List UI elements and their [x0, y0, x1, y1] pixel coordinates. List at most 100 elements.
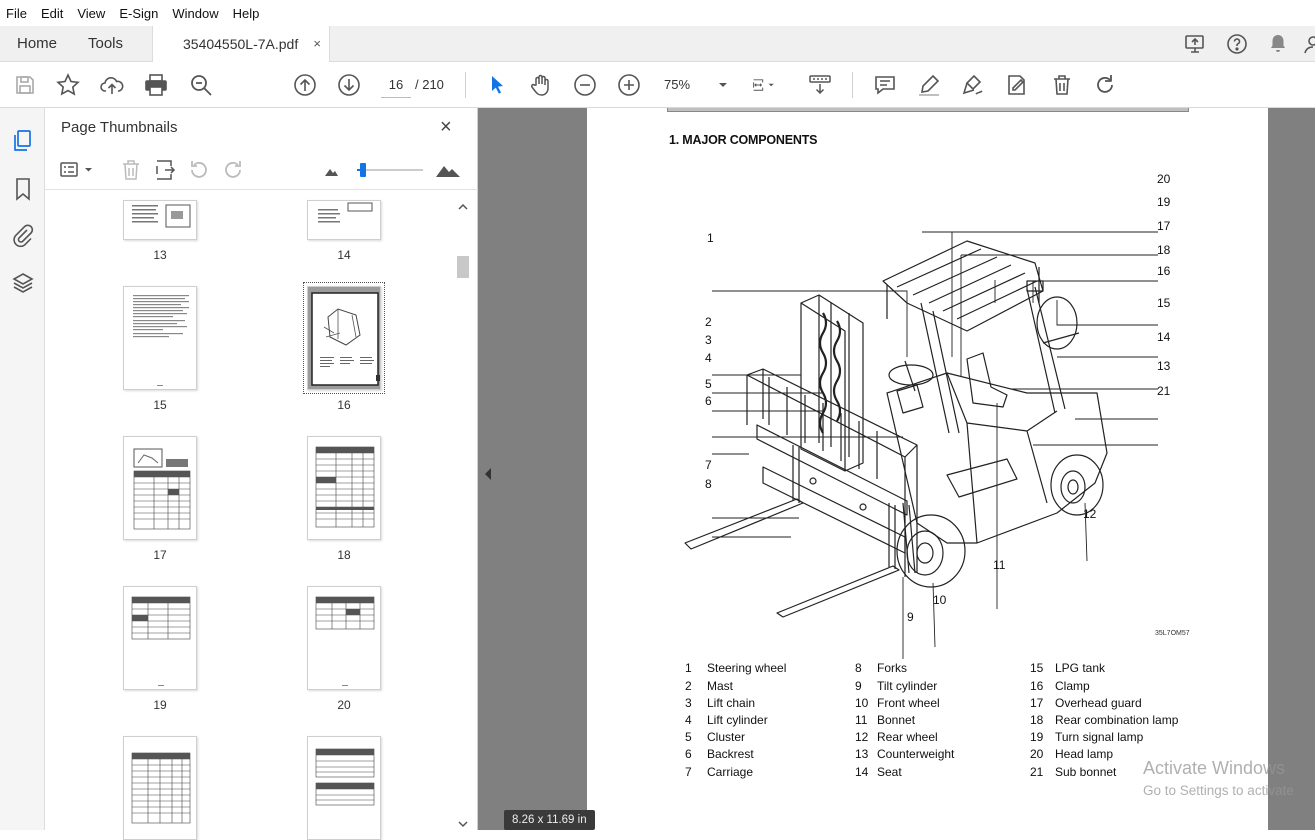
thumbnail-page-15[interactable] — [123, 286, 197, 390]
menu-view[interactable]: View — [77, 4, 105, 23]
thumbnail-page-17[interactable] — [123, 436, 197, 540]
help-icon[interactable] — [1225, 32, 1249, 56]
legend-item: 8 Forks — [855, 661, 907, 675]
thumbnail-size-slider[interactable] — [357, 158, 427, 182]
menu-edit[interactable]: Edit — [41, 4, 63, 23]
select-pointer-icon[interactable] — [484, 72, 510, 98]
sign-pen-icon[interactable] — [960, 72, 986, 98]
rotate-redo-icon[interactable] — [1092, 72, 1118, 98]
callout-7: 7 — [705, 458, 712, 472]
user-avatar-icon[interactable] — [1303, 32, 1315, 56]
callout-12: 12 — [1083, 507, 1097, 521]
layers-icon[interactable] — [10, 270, 36, 296]
zoom-out-icon[interactable] — [572, 72, 598, 98]
previous-page-icon[interactable] — [292, 72, 318, 98]
legend-item: 15 LPG tank — [1030, 661, 1106, 675]
callout-5: 5 — [705, 377, 712, 391]
menu-help[interactable]: Help — [233, 4, 260, 23]
callout-8: 8 — [705, 477, 712, 491]
thumbnail-label: 16 — [337, 398, 351, 412]
thumbnail-label: 18 — [337, 548, 351, 562]
menu-file[interactable]: File — [6, 4, 27, 23]
callout-6: 6 — [705, 394, 712, 408]
thumbnail-label: 15 — [153, 398, 167, 412]
scroll-mode-icon[interactable] — [807, 72, 833, 98]
thumbnail-page-18[interactable] — [307, 436, 381, 540]
thumbnail-options-menu-icon[interactable] — [59, 158, 97, 182]
legend-item: 9 Tilt cylinder — [855, 679, 938, 693]
callout-11: 11 — [993, 558, 1006, 572]
bookmarks-icon[interactable] — [10, 176, 36, 202]
legend-item: 3 Lift chain — [685, 696, 756, 710]
legend-item: 2 Mast — [685, 679, 734, 693]
notification-bell-icon[interactable] — [1266, 32, 1290, 56]
next-page-icon[interactable] — [336, 72, 362, 98]
legend-item: 14 Seat — [855, 765, 902, 779]
comment-icon[interactable] — [872, 72, 898, 98]
page-thumbnails-panel: Page Thumbnails × 13 14 15 16 17 18 19 2… — [45, 108, 478, 840]
edit-document-icon[interactable] — [1004, 72, 1030, 98]
callout-16: 16 — [1157, 264, 1171, 278]
callout-19: 19 — [1157, 195, 1171, 209]
callout-10: 10 — [933, 593, 947, 607]
thumbnail-delete-icon[interactable] — [119, 158, 143, 182]
tab-tools[interactable]: Tools — [88, 26, 123, 62]
legend-item: 7 Carriage — [685, 765, 754, 779]
legend-item: 5 Cluster — [685, 730, 746, 744]
page-fit-icon[interactable] — [751, 72, 791, 98]
thumbnail-label: 14 — [337, 248, 351, 262]
rotate-clockwise-icon[interactable] — [221, 158, 245, 182]
figure-code: 35L7OM57 — [1155, 630, 1190, 637]
thumbnail-page-21[interactable] — [123, 736, 197, 840]
save-icon[interactable] — [12, 72, 38, 98]
page-thumbnails-icon[interactable] — [10, 128, 36, 154]
highlight-pen-icon[interactable] — [916, 72, 942, 98]
callout-4: 4 — [705, 351, 712, 365]
thumbnail-insert-icon[interactable] — [153, 158, 177, 182]
share-screen-icon[interactable] — [1183, 32, 1207, 56]
page-total-label: / 210 — [415, 77, 444, 92]
tab-document[interactable]: 35404550L-7A.pdf × — [152, 26, 330, 63]
thumbnail-label: 17 — [153, 548, 167, 562]
thumbnail-small-mountain-icon[interactable] — [323, 158, 339, 182]
callout-14: 14 — [1157, 330, 1171, 344]
delete-trash-icon[interactable] — [1049, 72, 1075, 98]
bookmark-star-icon[interactable] — [55, 72, 81, 98]
thumbnail-page-19[interactable] — [123, 586, 197, 690]
callout-9: 9 — [907, 610, 914, 624]
print-icon[interactable] — [143, 72, 169, 98]
legend-item: 10 Front wheel — [855, 696, 940, 710]
thumbnail-page-20[interactable] — [307, 586, 381, 690]
hand-tool-icon[interactable] — [528, 72, 554, 98]
tab-home[interactable]: Home — [17, 26, 57, 62]
thumbnail-page-13[interactable] — [123, 200, 197, 240]
thumbnail-page-14[interactable] — [307, 200, 381, 240]
thumbnail-page-16-selected[interactable] — [303, 282, 385, 394]
thumbnail-large-mountain-icon[interactable] — [435, 158, 461, 182]
zoom-dropdown-chevron-icon[interactable] — [710, 72, 727, 98]
search-zoom-icon[interactable] — [188, 72, 214, 98]
callout-1: 1 — [707, 231, 714, 245]
callout-13: 13 — [1157, 359, 1171, 373]
legend-item: 21 Sub bonnet — [1030, 765, 1117, 779]
upload-cloud-icon[interactable] — [99, 72, 125, 98]
thumbnail-page-22[interactable] — [307, 736, 381, 840]
tab-document-label: 35404550L-7A.pdf — [183, 36, 299, 52]
collapse-panel-arrow-icon[interactable] — [482, 466, 494, 482]
rotate-counterclockwise-icon[interactable] — [187, 158, 211, 182]
tab-close-icon[interactable]: × — [313, 26, 321, 62]
menu-window[interactable]: Window — [172, 4, 218, 23]
legend-item: 1 Steering wheel — [685, 661, 787, 675]
callout-20: 20 — [1157, 172, 1171, 186]
thumbnail-scrollbar[interactable] — [455, 200, 471, 830]
page-number-input[interactable] — [381, 72, 411, 98]
menu-esign[interactable]: E-Sign — [119, 4, 158, 23]
document-view[interactable]: 1. MAJOR COMPONENTS 1 2 3 4 5 6 7 8 9 10… — [478, 108, 1315, 830]
panel-close-icon[interactable]: × — [440, 116, 452, 139]
tab-bar: Home Tools 35404550L-7A.pdf × — [0, 26, 1315, 63]
attachments-paperclip-icon[interactable] — [10, 222, 36, 248]
legend-item: 11 Bonnet — [855, 713, 916, 727]
zoom-in-icon[interactable] — [616, 72, 642, 98]
main-toolbar: / 210 75% — [0, 62, 1315, 108]
zoom-level-value[interactable]: 75% — [664, 77, 690, 92]
